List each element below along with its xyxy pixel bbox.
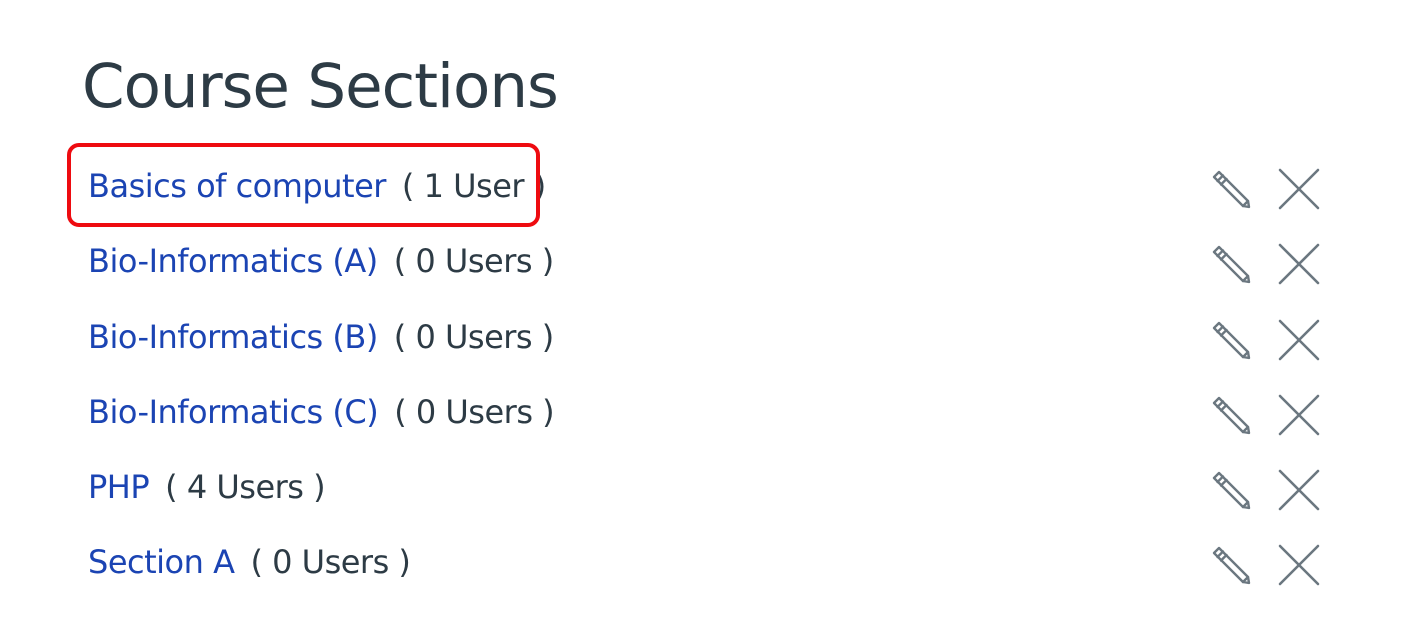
section-row: Bio-Informatics (C) ( 0 Users ) bbox=[88, 375, 1328, 450]
delete-section-button[interactable] bbox=[1276, 467, 1322, 513]
section-link[interactable]: Bio-Informatics (B) bbox=[88, 318, 378, 356]
close-icon bbox=[1278, 394, 1320, 436]
edit-section-button[interactable] bbox=[1208, 392, 1254, 438]
edit-section-button[interactable] bbox=[1208, 467, 1254, 513]
close-icon bbox=[1278, 243, 1320, 285]
section-link[interactable]: Section A bbox=[88, 543, 235, 581]
row-actions bbox=[1208, 165, 1322, 213]
pencil-icon bbox=[1212, 321, 1251, 359]
edit-section-button[interactable] bbox=[1208, 166, 1254, 212]
section-info: PHP ( 4 Users ) bbox=[88, 467, 326, 507]
close-icon bbox=[1278, 469, 1320, 511]
section-user-count: ( 0 Users ) bbox=[394, 392, 555, 431]
edit-section-button[interactable] bbox=[1208, 317, 1254, 363]
section-row: PHP ( 4 Users ) bbox=[88, 450, 1328, 525]
delete-section-button[interactable] bbox=[1276, 241, 1322, 287]
section-info: Basics of computer ( 1 User ) bbox=[88, 166, 546, 206]
section-link[interactable]: PHP bbox=[88, 468, 150, 506]
pencil-icon bbox=[1212, 170, 1251, 209]
delete-section-button[interactable] bbox=[1276, 542, 1322, 588]
section-row: Basics of computer ( 1 User ) bbox=[67, 143, 1328, 227]
close-icon bbox=[1278, 319, 1320, 360]
delete-section-button[interactable] bbox=[1276, 392, 1322, 438]
section-info: Bio-Informatics (B) ( 0 Users ) bbox=[88, 317, 554, 357]
section-info: Bio-Informatics (A) ( 0 Users ) bbox=[88, 241, 554, 281]
row-actions bbox=[1208, 316, 1322, 364]
section-row: Bio-Informatics (A) ( 0 Users ) bbox=[88, 224, 1328, 299]
section-user-count: ( 0 Users ) bbox=[393, 317, 554, 356]
row-actions bbox=[1208, 240, 1322, 288]
row-actions bbox=[1208, 541, 1322, 589]
delete-section-button[interactable] bbox=[1276, 317, 1322, 363]
delete-section-button[interactable] bbox=[1276, 166, 1322, 212]
section-link[interactable]: Basics of computer bbox=[88, 167, 386, 205]
sections-list: Basics of computer ( 1 User ) Bio-Informa… bbox=[67, 143, 1328, 601]
section-row: Bio-Informatics (B) ( 0 Users ) bbox=[88, 300, 1328, 375]
row-actions bbox=[1208, 466, 1322, 514]
section-user-count: ( 4 Users ) bbox=[165, 468, 326, 507]
section-info: Bio-Informatics (C) ( 0 Users ) bbox=[88, 392, 555, 432]
pencil-icon bbox=[1212, 246, 1251, 284]
pencil-icon bbox=[1212, 471, 1251, 510]
section-row: Section A ( 0 Users ) bbox=[88, 525, 1328, 600]
edit-section-button[interactable] bbox=[1208, 542, 1254, 588]
section-info: Section A ( 0 Users ) bbox=[88, 542, 411, 582]
page-title: Course Sections bbox=[82, 51, 559, 122]
section-user-count: ( 0 Users ) bbox=[393, 242, 554, 281]
row-actions bbox=[1208, 391, 1322, 439]
pencil-icon bbox=[1212, 396, 1251, 435]
pencil-icon bbox=[1212, 547, 1251, 585]
close-icon bbox=[1278, 168, 1320, 210]
section-link[interactable]: Bio-Informatics (A) bbox=[88, 242, 378, 280]
section-link[interactable]: Bio-Informatics (C) bbox=[88, 393, 379, 431]
close-icon bbox=[1278, 545, 1320, 586]
section-user-count: ( 0 Users ) bbox=[250, 543, 411, 582]
edit-section-button[interactable] bbox=[1208, 241, 1254, 287]
section-user-count: ( 1 User ) bbox=[401, 167, 546, 205]
